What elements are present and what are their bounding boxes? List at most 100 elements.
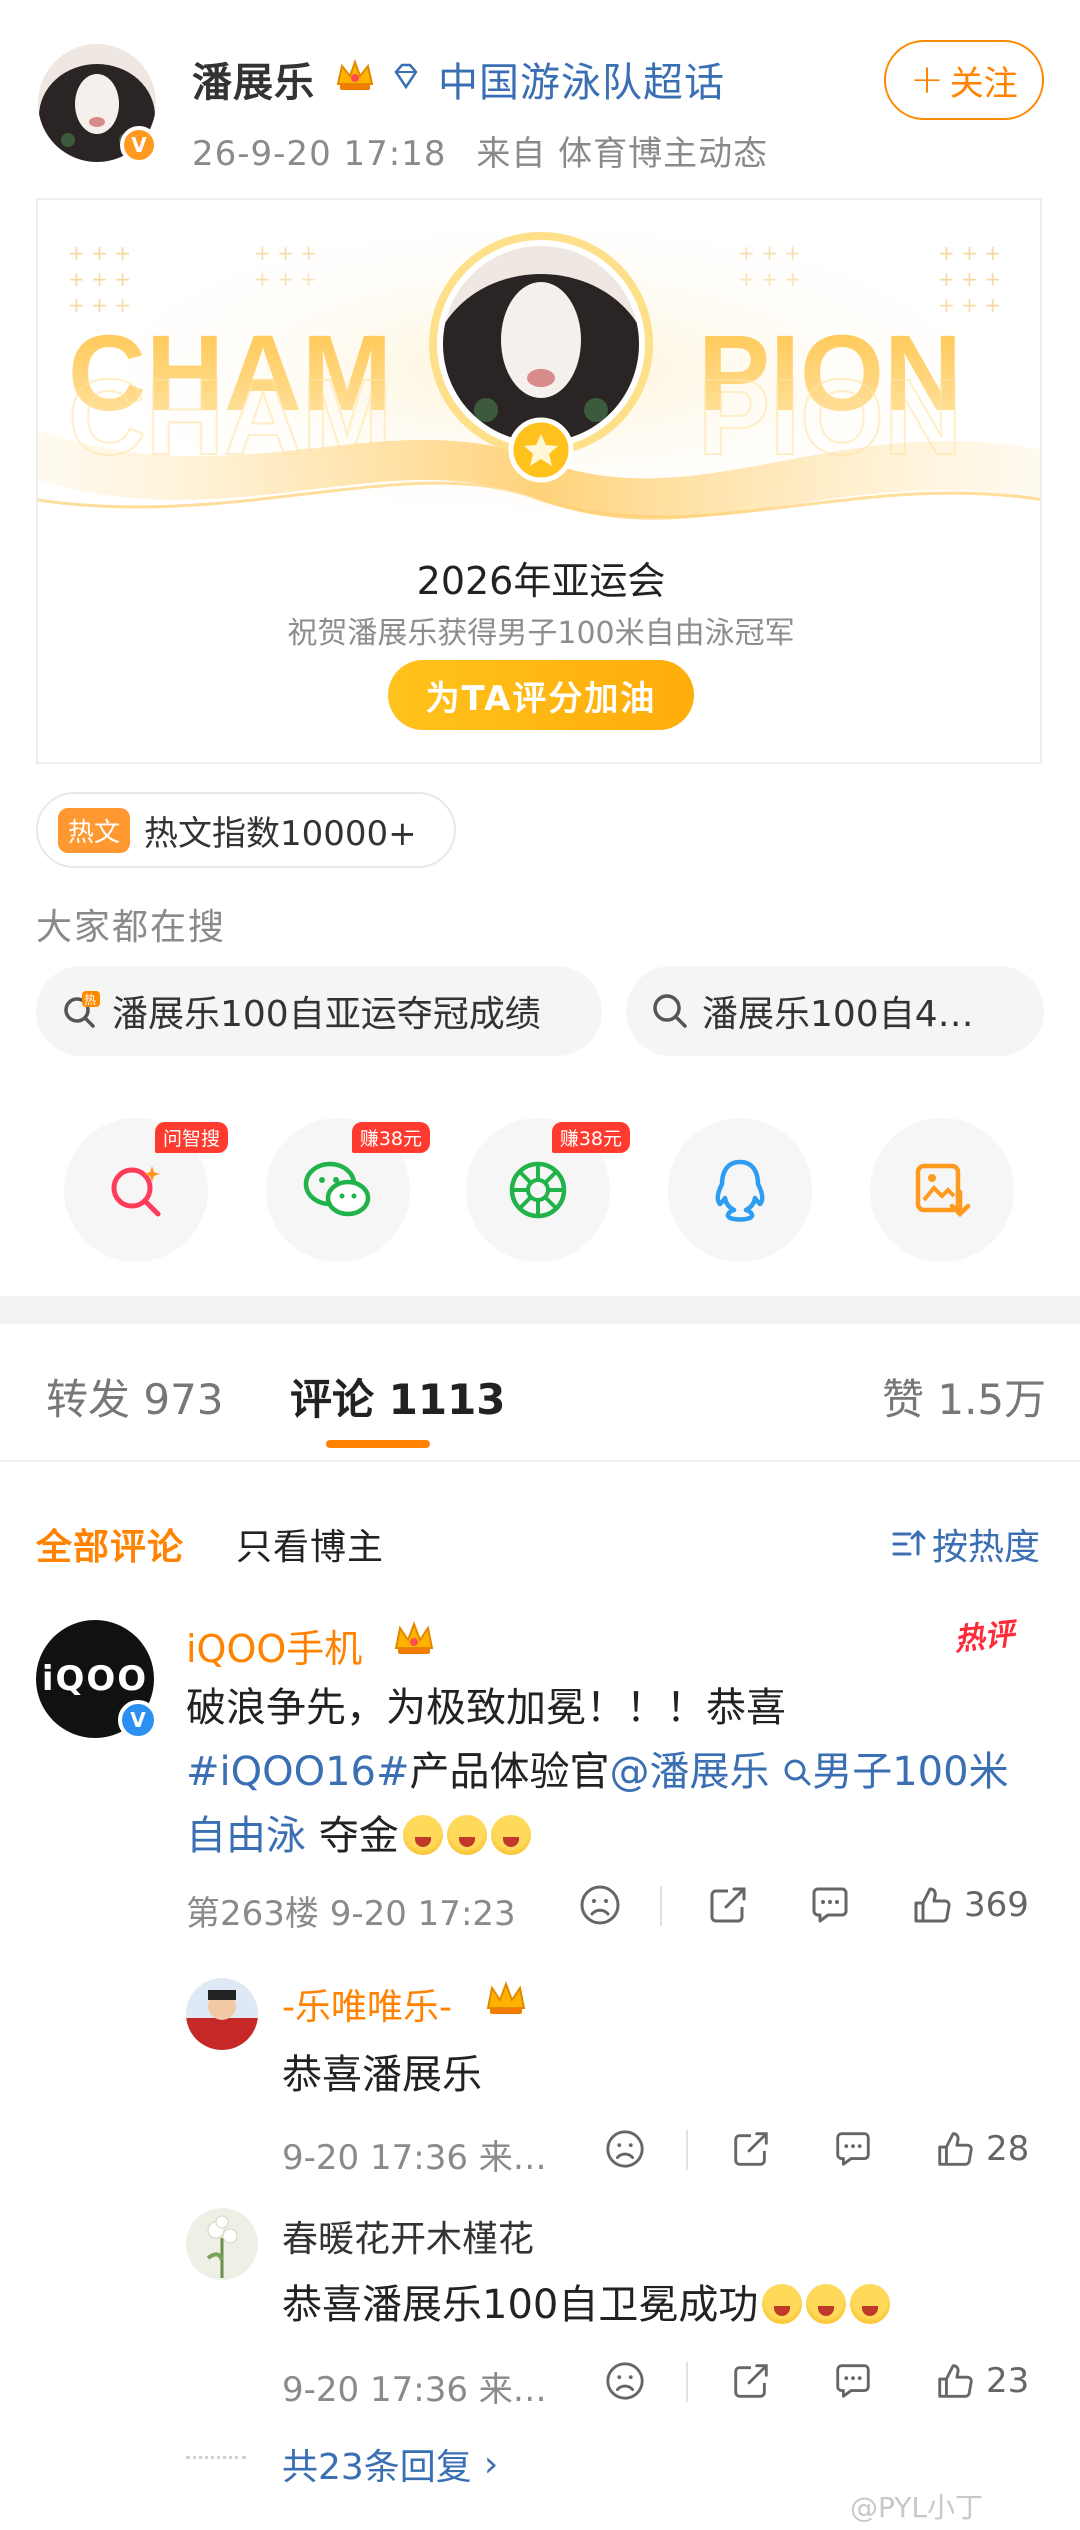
chevron-right-icon: › [483, 2443, 499, 2485]
sort-icon [892, 1529, 926, 1556]
qq-share-button[interactable] [668, 1118, 812, 1262]
reply-text: 恭喜潘展乐100自卫冕成功 [282, 2272, 891, 2330]
like-button[interactable]: 23 [934, 2356, 1029, 2406]
sort-by-hot-button[interactable]: 按热度 [890, 1518, 1040, 1570]
dislike-button[interactable] [604, 2124, 646, 2174]
post-time: 26-9-20 17:18 [192, 134, 447, 174]
post-source: 来自 体育博主动态 [476, 134, 769, 174]
save-image-icon [915, 1163, 971, 1218]
share-reply-button[interactable] [730, 2356, 772, 2406]
reply-avatar-image [186, 1978, 258, 2050]
reply-thread-dots [186, 2456, 246, 2459]
verified-badge-icon: V [120, 126, 158, 164]
commenter-avatar[interactable]: iQOO V [36, 1620, 158, 1740]
svg-text:热: 热 [84, 993, 96, 1007]
hot-search-icon: 热 [64, 991, 100, 1028]
tab-repost[interactable]: 转发 973 [46, 1366, 224, 1427]
tab-active-indicator [326, 1440, 430, 1448]
thumbs-up-icon [938, 2132, 973, 2166]
reply-avatar[interactable] [186, 2208, 258, 2280]
post-meta: 26-9-20 17:18 来自 体育博主动态 [192, 126, 768, 175]
rate-cheer-button[interactable]: 为TA评分加油 [388, 660, 694, 730]
moments-icon [509, 1161, 567, 1219]
hot-index-pill[interactable]: 热文 热文指数10000+ [36, 792, 456, 868]
thumbs-up-icon [938, 2364, 973, 2398]
thumbs-up-icon [914, 1887, 951, 1923]
hashtag-link[interactable]: #iQOO16# [186, 1749, 410, 1795]
share-badge: 赚38元 [351, 1122, 430, 1153]
like-button[interactable]: 369 [910, 1880, 1029, 1930]
comment-text-part: 破浪争先，为极致加冕！！！恭喜 [186, 1685, 786, 1731]
smart-search-icon [111, 1166, 161, 1217]
cheer-emoji-icon [490, 1815, 531, 1855]
reply-author-name[interactable]: 春暖花开木槿花 [282, 2210, 534, 2262]
wechat-icon [303, 1161, 371, 1217]
commenter-name[interactable]: iQOO手机 [186, 1618, 362, 1673]
comment-icon [836, 2364, 870, 2398]
tab-divider [0, 1460, 1080, 1462]
crown-icon [394, 1621, 434, 1654]
share-badge: 赚38元 [551, 1122, 630, 1153]
like-count: 28 [986, 2129, 1030, 2169]
search-heading: 大家都在搜 [36, 907, 227, 948]
cheer-emoji-icon [762, 2284, 803, 2324]
search-chip[interactable]: 热 潘展乐100自亚运夺冠成绩 [36, 966, 602, 1056]
comment-text: 破浪争先，为极致加冕！！！恭喜 #iQOO16#产品体验官@潘展乐 男子100米… [186, 1676, 1026, 1868]
share-reply-button[interactable] [730, 2124, 772, 2174]
search-chip[interactable]: 潘展乐100自4… [626, 966, 1044, 1056]
like-button[interactable]: 28 [934, 2124, 1029, 2174]
hot-tag-badge: 热文 [58, 807, 131, 853]
like-count: 23 [986, 2361, 1030, 2401]
search-icon [784, 1759, 811, 1786]
cheer-emoji-icon [850, 2284, 891, 2324]
cheer-emoji-icon [806, 2284, 847, 2324]
action-separator [660, 1886, 662, 1926]
sad-face-icon [580, 1885, 620, 1925]
reply-text: 恭喜潘展乐 [282, 2052, 482, 2098]
action-separator [686, 2130, 688, 2170]
author-avatar[interactable]: V [38, 44, 158, 164]
smart-search-share-button[interactable]: 问智搜 [64, 1118, 228, 1262]
section-divider [0, 1296, 1080, 1324]
cheer-emoji-icon [446, 1815, 487, 1855]
reply-button[interactable] [832, 2356, 874, 2406]
tab-comment[interactable]: 评论 1113 [290, 1366, 506, 1427]
plus-icon: + [910, 57, 944, 103]
search-chip-label: 潘展乐100自4… [702, 994, 974, 1035]
follow-label: 关注 [949, 63, 1018, 104]
wechat-share-button[interactable]: 赚38元 [266, 1118, 430, 1262]
moments-share-button[interactable]: 赚38元 [466, 1118, 630, 1262]
cheer-emoji-icon [402, 1815, 443, 1855]
dislike-button[interactable] [578, 1880, 622, 1930]
mention-link[interactable]: @潘展乐 [610, 1749, 770, 1795]
champion-card[interactable]: + + ++ + ++ + + + + ++ + + + + ++ + + + … [36, 198, 1042, 764]
tab-like[interactable]: 赞 1.5万 [882, 1366, 1046, 1427]
filter-all-comments[interactable]: 全部评论 [36, 1518, 184, 1570]
reply-author-name[interactable]: -乐唯唯乐- [282, 1978, 452, 2030]
comment-icon [812, 1887, 848, 1923]
dislike-button[interactable] [604, 2356, 646, 2406]
reply-button[interactable] [832, 2124, 874, 2174]
follow-button[interactable]: + 关注 [884, 40, 1044, 120]
save-image-share-button[interactable] [870, 1118, 1014, 1262]
action-separator [686, 2362, 688, 2402]
share-comment-button[interactable] [706, 1880, 750, 1930]
crown-icon [486, 1981, 526, 2014]
share-icon [710, 1887, 746, 1923]
like-count: 369 [964, 1885, 1029, 1925]
reply-text-content: 恭喜潘展乐100自卫冕成功 [282, 2282, 759, 2328]
sad-face-icon [606, 2130, 644, 2168]
reply-avatar-image [186, 2208, 258, 2280]
filter-blogger-only[interactable]: 只看博主 [236, 1518, 384, 1570]
sort-label: 按热度 [932, 1527, 1041, 1568]
reply-button[interactable] [808, 1880, 852, 1930]
crown-icon [336, 59, 374, 90]
author-name[interactable]: 潘展乐 [192, 50, 315, 108]
hot-index-text: 热文指数10000+ [144, 813, 417, 854]
reply-avatar[interactable] [186, 1978, 258, 2050]
comment-icon [836, 2132, 870, 2166]
share-icon [734, 2364, 768, 2398]
share-badge: 问智搜 [154, 1122, 228, 1153]
view-all-replies-link[interactable]: 共23条回复 › [282, 2438, 498, 2490]
topic-link[interactable]: 中国游泳队超话 [438, 50, 725, 108]
